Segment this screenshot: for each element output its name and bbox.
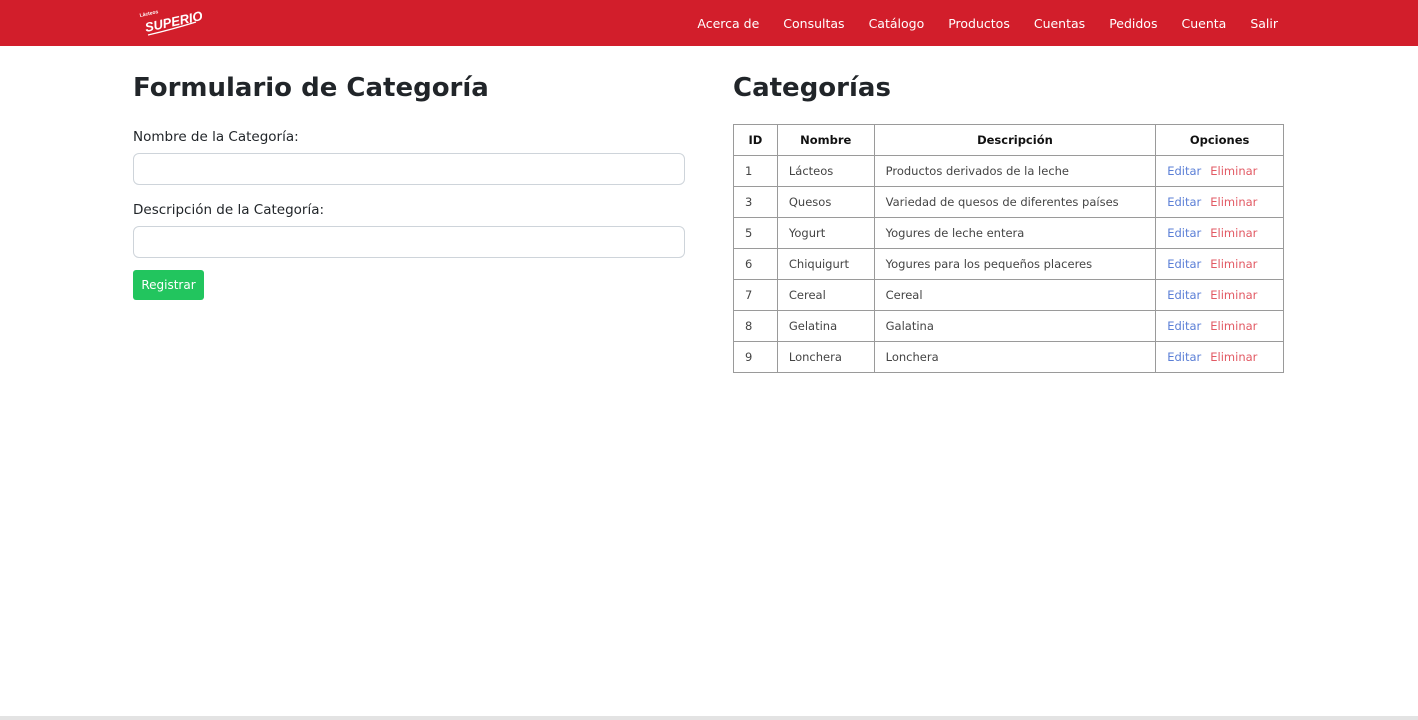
nav-menu: Acerca de Consultas Catálogo Productos C… xyxy=(697,0,1278,46)
category-name-label: Nombre de la Categoría: xyxy=(133,129,299,145)
table-row: 5 Yogurt Yogures de leche entera Editar E… xyxy=(733,217,1284,249)
edit-link[interactable]: Editar xyxy=(1167,288,1201,302)
cell-name: Gelatina xyxy=(776,310,875,342)
table-header-row: ID Nombre Descripción Opciones xyxy=(733,124,1284,156)
edit-link[interactable]: Editar xyxy=(1167,164,1201,178)
header-id: ID xyxy=(733,124,778,156)
cell-id: 5 xyxy=(733,217,778,249)
cell-name: Yogurt xyxy=(776,217,875,249)
cell-description: Lonchera xyxy=(873,341,1157,373)
cell-id: 1 xyxy=(733,155,778,187)
delete-link[interactable]: Eliminar xyxy=(1210,350,1257,364)
table-row: 9 Lonchera Lonchera Editar Eliminar xyxy=(733,341,1284,373)
top-navbar: Lácteos Superior Acerca de Consultas Cat… xyxy=(0,0,1418,46)
nav-link-salir[interactable]: Salir xyxy=(1250,16,1278,31)
cell-name: Cereal xyxy=(776,279,875,311)
cell-description: Productos derivados de la leche xyxy=(873,155,1157,187)
cell-id: 7 xyxy=(733,279,778,311)
cell-name: Chiquigurt xyxy=(776,248,875,280)
nav-link-catalogo[interactable]: Catálogo xyxy=(869,16,925,31)
header-nombre: Nombre xyxy=(776,124,875,156)
delete-link[interactable]: Eliminar xyxy=(1210,288,1257,302)
categories-table: ID Nombre Descripción Opciones 1 Lácteos… xyxy=(733,124,1284,373)
categories-title: Categorías xyxy=(733,73,891,103)
nav-link-cuentas[interactable]: Cuentas xyxy=(1034,16,1085,31)
edit-link[interactable]: Editar xyxy=(1167,257,1201,271)
cell-id: 3 xyxy=(733,186,778,218)
cell-name: Lonchera xyxy=(776,341,875,373)
window-bottom-edge xyxy=(0,716,1418,720)
category-description-input[interactable] xyxy=(133,226,685,258)
cell-options: Editar Eliminar xyxy=(1155,310,1284,342)
cell-options: Editar Eliminar xyxy=(1155,279,1284,311)
cell-description: Galatina xyxy=(873,310,1157,342)
cell-options: Editar Eliminar xyxy=(1155,155,1284,187)
category-form: Formulario de Categoría Nombre de la Cat… xyxy=(133,70,685,300)
delete-link[interactable]: Eliminar xyxy=(1210,319,1257,333)
cell-description: Yogures para los pequeños placeres xyxy=(873,248,1157,280)
cell-description: Variedad de quesos de diferentes países xyxy=(873,186,1157,218)
nav-link-cuenta[interactable]: Cuenta xyxy=(1181,16,1226,31)
category-name-input[interactable] xyxy=(133,153,685,185)
cell-options: Editar Eliminar xyxy=(1155,341,1284,373)
cell-id: 9 xyxy=(733,341,778,373)
delete-link[interactable]: Eliminar xyxy=(1210,164,1257,178)
delete-link[interactable]: Eliminar xyxy=(1210,226,1257,240)
cell-description: Cereal xyxy=(873,279,1157,311)
cell-id: 6 xyxy=(733,248,778,280)
table-row: 8 Gelatina Galatina Editar Eliminar xyxy=(733,310,1284,342)
cell-options: Editar Eliminar xyxy=(1155,217,1284,249)
table-row: 1 Lácteos Productos derivados de la lech… xyxy=(733,155,1284,187)
categories-panel: Categorías ID Nombre Descripción Opcione… xyxy=(733,70,1284,373)
nav-link-productos[interactable]: Productos xyxy=(948,16,1010,31)
header-opciones: Opciones xyxy=(1155,124,1284,156)
delete-link[interactable]: Eliminar xyxy=(1210,195,1257,209)
cell-id: 8 xyxy=(733,310,778,342)
cell-description: Yogures de leche entera xyxy=(873,217,1157,249)
table-row: 7 Cereal Cereal Editar Eliminar xyxy=(733,279,1284,311)
edit-link[interactable]: Editar xyxy=(1167,319,1201,333)
nav-link-pedidos[interactable]: Pedidos xyxy=(1109,16,1157,31)
form-title: Formulario de Categoría xyxy=(133,73,489,103)
cell-name: Lácteos xyxy=(776,155,875,187)
delete-link[interactable]: Eliminar xyxy=(1210,257,1257,271)
cell-options: Editar Eliminar xyxy=(1155,248,1284,280)
table-row: 3 Quesos Variedad de quesos de diferente… xyxy=(733,186,1284,218)
cell-name: Quesos xyxy=(776,186,875,218)
nav-link-consultas[interactable]: Consultas xyxy=(783,16,844,31)
edit-link[interactable]: Editar xyxy=(1167,226,1201,240)
edit-link[interactable]: Editar xyxy=(1167,195,1201,209)
brand-logo[interactable]: Lácteos Superior xyxy=(138,6,202,38)
register-button[interactable]: Registrar xyxy=(133,270,204,300)
cell-options: Editar Eliminar xyxy=(1155,186,1284,218)
table-row: 6 Chiquigurt Yogures para los pequeños p… xyxy=(733,248,1284,280)
nav-link-acerca-de[interactable]: Acerca de xyxy=(697,16,759,31)
header-descripcion: Descripción xyxy=(873,124,1157,156)
category-description-label: Descripción de la Categoría: xyxy=(133,202,325,218)
edit-link[interactable]: Editar xyxy=(1167,350,1201,364)
